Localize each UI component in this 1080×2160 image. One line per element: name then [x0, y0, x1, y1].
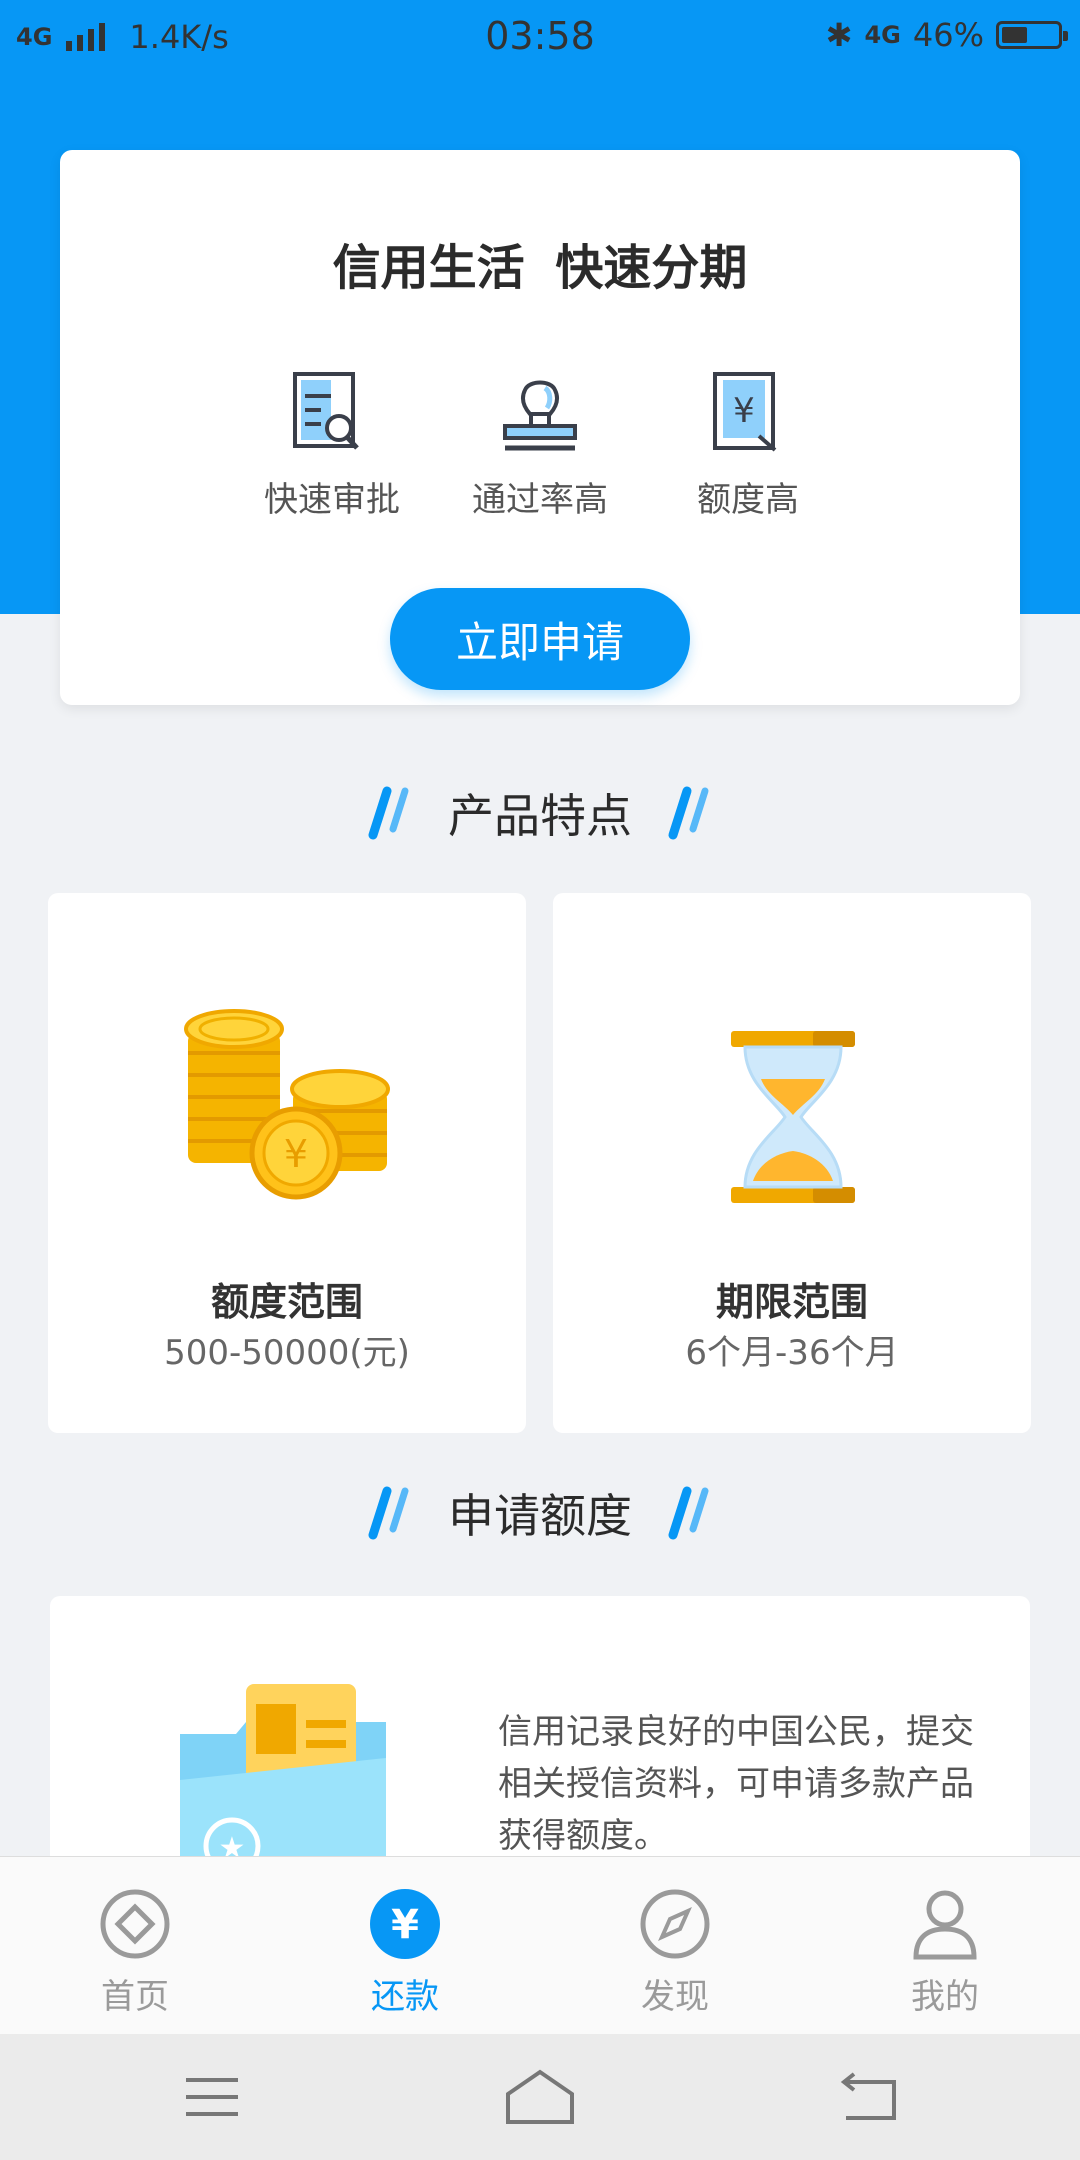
card-title: 期限范围 [715, 1280, 868, 1324]
card-title: 额度范围 [210, 1280, 363, 1324]
stamp-icon [503, 380, 577, 451]
section-heading-features: 产品特点 [0, 780, 1080, 846]
feature-high-limit: ¥ 额度高 [618, 368, 878, 521]
battery-percent: 46% [912, 16, 984, 54]
bluetooth-icon: ✱ [825, 16, 853, 54]
tab-label: 我的 [911, 1977, 979, 2017]
folder-document-icon: ★ [180, 1684, 386, 1884]
svg-text:¥: ¥ [733, 391, 755, 431]
apply-now-button[interactable]: 立即申请 [390, 588, 690, 690]
svg-text:¥: ¥ [391, 1902, 419, 1948]
gold-coins-icon: ¥ [184, 1009, 390, 1200]
section-title: 申请额度 [448, 1489, 632, 1543]
slash-decoration-icon [368, 1486, 409, 1540]
section-heading-apply: 申请额度 [0, 1480, 1080, 1546]
slash-decoration-icon [668, 786, 709, 840]
tab-label: 发现 [641, 1977, 709, 2017]
hero-card: 信用生活 快速分期 快速审批 通过率高 ¥ 额度高 立即申请 [60, 150, 1020, 705]
tab-label: 还款 [371, 1977, 439, 2017]
slash-decoration-icon [668, 1486, 709, 1540]
battery-icon [996, 21, 1068, 49]
apply-description: 信用记录良好的中国公民，提交相关授信资料，可申请多款产品获得额度。 [498, 1712, 974, 1856]
card-subtitle: 500-50000(元) [164, 1333, 410, 1373]
section-title: 产品特点 [448, 789, 632, 843]
document-search-icon [293, 372, 359, 450]
yen-document-icon: ¥ [713, 372, 777, 452]
tab-mine[interactable]: 我的 [810, 1857, 1080, 2035]
menu-icon[interactable] [152, 2062, 272, 2132]
yen-circle-icon: ¥ [370, 1889, 440, 1959]
hourglass-icon [731, 1031, 855, 1203]
feature-label: 额度高 [697, 480, 799, 520]
back-icon[interactable] [808, 2062, 928, 2132]
slash-decoration-icon [368, 786, 409, 840]
svg-text:¥: ¥ [284, 1132, 308, 1176]
system-nav-bar [0, 2034, 1080, 2160]
hero-title: 信用生活 快速分期 [332, 240, 748, 296]
card-subtitle: 6个月-36个月 [685, 1333, 899, 1373]
network-type-right: 4G [864, 21, 901, 49]
compass-icon [640, 1889, 710, 1959]
product-card-term[interactable]: 期限范围 6个月-36个月 [553, 893, 1031, 1433]
tab-home[interactable]: 首页 [0, 1857, 270, 2035]
status-bar: 4G 1.4K/s 03:58 ✱ 4G 46% [0, 0, 1080, 72]
person-icon [913, 1890, 977, 1960]
tab-label: 首页 [101, 1977, 169, 2017]
diamond-home-icon [100, 1889, 170, 1959]
product-card-amount[interactable]: ¥ 额度范围 500-50000(元) [48, 893, 526, 1433]
tab-discover[interactable]: 发现 [540, 1857, 810, 2035]
bottom-tab-bar: 首页 ¥ 还款 发现 我的 [0, 1856, 1080, 2035]
home-icon[interactable] [480, 2062, 600, 2132]
tab-repay[interactable]: ¥ 还款 [270, 1857, 540, 2035]
